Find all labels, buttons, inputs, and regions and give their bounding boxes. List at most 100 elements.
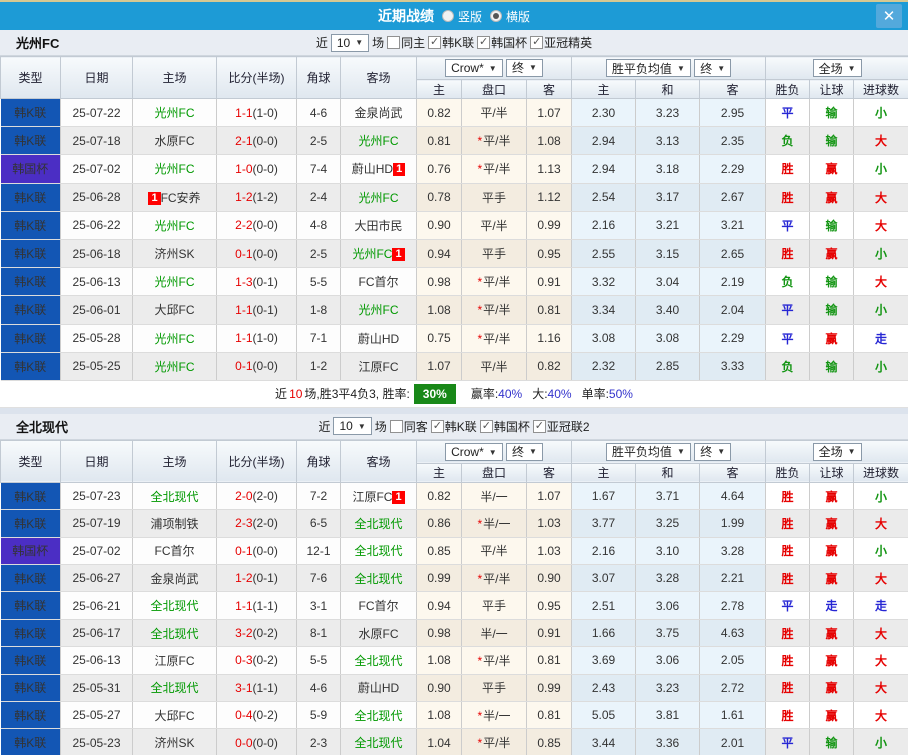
date-cell: 25-06-22 xyxy=(60,211,133,240)
fulltime-score: 0-1 xyxy=(235,246,253,261)
avg-home-cell: 2.30 xyxy=(571,98,637,128)
away-team-cell: 全北现代 xyxy=(340,646,417,675)
result-wdl-cell: 平 xyxy=(765,728,811,755)
odds-provider-select[interactable]: Crow* ▼ xyxy=(445,59,503,78)
match-type-cell: 韩K联 xyxy=(0,619,61,648)
league-checkbox-0[interactable]: ✓ 韩K联 xyxy=(428,34,474,51)
games-label: 场 xyxy=(372,36,385,50)
home-team-cell: 全北现代 xyxy=(132,674,217,703)
close-icon[interactable]: ✕ xyxy=(876,4,902,28)
radio-icon[interactable] xyxy=(441,10,454,22)
radio-horizontal-layout[interactable]: 横版 xyxy=(490,8,530,25)
fulltime-score: 2-1 xyxy=(235,133,253,148)
odds-provider-select[interactable]: Crow* ▼ xyxy=(445,443,503,462)
result-flag: 赢 xyxy=(825,162,838,177)
avg-final-select-value: 终 xyxy=(700,445,713,460)
radio-selected-icon[interactable] xyxy=(490,10,502,22)
away-team-cell: 水原FC xyxy=(340,619,417,648)
away-team-cell: 蔚山HD xyxy=(340,674,417,703)
result-flag: 胜 xyxy=(781,571,794,586)
summary-count: 10 xyxy=(289,386,303,401)
match-row: 韩K联 25-05-31 全北现代 3-1(1-1) 4-6 蔚山HD 0.90 平手 0.99… xyxy=(0,674,908,703)
same-venue-checkbox[interactable]: 同主 xyxy=(387,34,425,51)
radio-vertical-layout[interactable]: 竖版 xyxy=(441,8,482,25)
result-handicap-cell: 赢 xyxy=(809,154,855,184)
match-count-select[interactable]: 10 ▼ xyxy=(330,33,370,52)
team-name: 蔚山HD xyxy=(357,331,400,346)
home-team-cell: 金泉尚武 xyxy=(132,564,217,593)
checked-checkbox-icon[interactable]: ✓ xyxy=(477,36,491,49)
away-odds-cell: 1.12 xyxy=(526,183,573,212)
corner-cell: 2-4 xyxy=(296,183,341,212)
sub-column-header: 盘口 xyxy=(461,79,527,99)
away-team-cell: 光州FC xyxy=(340,183,417,212)
away-odds-cell: 0.95 xyxy=(526,239,573,269)
changed-odds-star: * xyxy=(477,708,483,723)
avg-wdl-select[interactable]: 胜平负均值 ▼ xyxy=(605,442,691,461)
scope-select[interactable]: 全场 ▼ xyxy=(812,442,862,461)
score-cell: 0-1(0-0) xyxy=(216,352,297,381)
avg-home-cell: 3.44 xyxy=(571,728,637,755)
league-checkbox-1[interactable]: ✓ 韩国杯 xyxy=(477,34,527,51)
result-flag: 小 xyxy=(875,359,888,374)
checked-checkbox-icon[interactable]: ✓ xyxy=(530,36,544,49)
checked-checkbox-icon[interactable]: ✓ xyxy=(428,36,442,49)
league-checkbox-2[interactable]: ✓ 亚冠联2 xyxy=(532,418,590,435)
odds-final-select[interactable]: 终 ▼ xyxy=(506,58,543,77)
fulltime-score: 3-2 xyxy=(235,626,253,641)
home-team-cell: 光州FC xyxy=(132,352,217,381)
away-team-cell: 全北现代 xyxy=(340,537,417,566)
match-count-select[interactable]: 10 ▼ xyxy=(333,417,372,436)
match-row: 韩K联 25-06-18 济州SK 0-1(0-0) 2-5 光州FC 1 0.94 平手 0.9… xyxy=(0,239,908,269)
sections-container: 光州FC 近 10 ▼ 场同主 ✓ 韩K联 ✓ 韩国杯 ✓ 亚冠精英 类型 日期 主场 比分(半场) 角球 客场… xyxy=(0,30,908,755)
handicap-cell: *半/一 xyxy=(461,701,527,730)
unchecked-checkbox-icon[interactable] xyxy=(389,419,403,433)
date-cell: 25-06-21 xyxy=(60,591,133,620)
halftime-score: (1-1) xyxy=(252,680,278,695)
league-checkbox-0[interactable]: ✓ 韩K联 xyxy=(430,418,477,435)
away-odds-cell: 0.95 xyxy=(526,591,573,620)
result-goals-cell: 小 xyxy=(853,295,908,325)
result-flag: 大 xyxy=(875,134,888,149)
avg-home-cell: 2.54 xyxy=(571,183,637,212)
date-cell: 25-06-27 xyxy=(60,564,133,593)
checked-checkbox-icon[interactable]: ✓ xyxy=(479,419,493,433)
checked-checkbox-icon[interactable]: ✓ xyxy=(430,419,444,433)
result-handicap-cell: 赢 xyxy=(809,619,855,648)
halftime-score: (2-0) xyxy=(252,516,278,531)
result-wdl-cell: 胜 xyxy=(765,564,811,593)
avg-away-cell: 2.19 xyxy=(699,267,767,297)
checked-checkbox-icon[interactable]: ✓ xyxy=(532,419,546,433)
home-odds-cell: 0.90 xyxy=(416,674,462,703)
result-flag: 赢 xyxy=(825,247,838,262)
home-team-cell: 光州FC xyxy=(132,267,217,297)
league-checkbox-1[interactable]: ✓ 韩国杯 xyxy=(479,418,530,435)
handicap-cell: 平/半 xyxy=(461,537,527,566)
fulltime-score: 1-3 xyxy=(235,274,253,289)
radio-vertical-label: 竖版 xyxy=(457,9,482,24)
result-flag: 胜 xyxy=(781,708,794,723)
result-flag: 负 xyxy=(781,359,794,374)
red-card-badge: 1 xyxy=(148,191,161,205)
handicap-cell: 平/半 xyxy=(461,352,527,381)
result-goals-cell: 小 xyxy=(853,537,908,566)
sub-column-header: 客 xyxy=(699,79,767,99)
fulltime-score: 0-4 xyxy=(235,708,253,723)
same-venue-checkbox[interactable]: 同客 xyxy=(389,418,428,435)
scope-select[interactable]: 全场 ▼ xyxy=(812,59,862,77)
unchecked-checkbox-icon[interactable] xyxy=(387,36,401,49)
avg-away-cell: 2.67 xyxy=(699,183,767,212)
handicap-value: 平手 xyxy=(481,190,506,205)
odds-group-header: Crow* ▼ 终 ▼ xyxy=(415,439,573,464)
changed-odds-star: * xyxy=(477,516,483,531)
match-type-cell: 韩K联 xyxy=(0,267,61,297)
chevron-down-icon: ▼ xyxy=(529,447,537,457)
odds-final-select[interactable]: 终 ▼ xyxy=(506,442,543,461)
result-wdl-cell: 胜 xyxy=(765,509,811,538)
avg-final-select[interactable]: 终 ▼ xyxy=(694,59,732,77)
avg-final-select[interactable]: 终 ▼ xyxy=(694,442,732,461)
home-odds-cell: 0.82 xyxy=(416,482,462,511)
avg-wdl-select[interactable]: 胜平负均值 ▼ xyxy=(605,59,691,77)
league-checkbox-2[interactable]: ✓ 亚冠精英 xyxy=(530,34,592,51)
result-flag: 赢 xyxy=(825,489,838,504)
